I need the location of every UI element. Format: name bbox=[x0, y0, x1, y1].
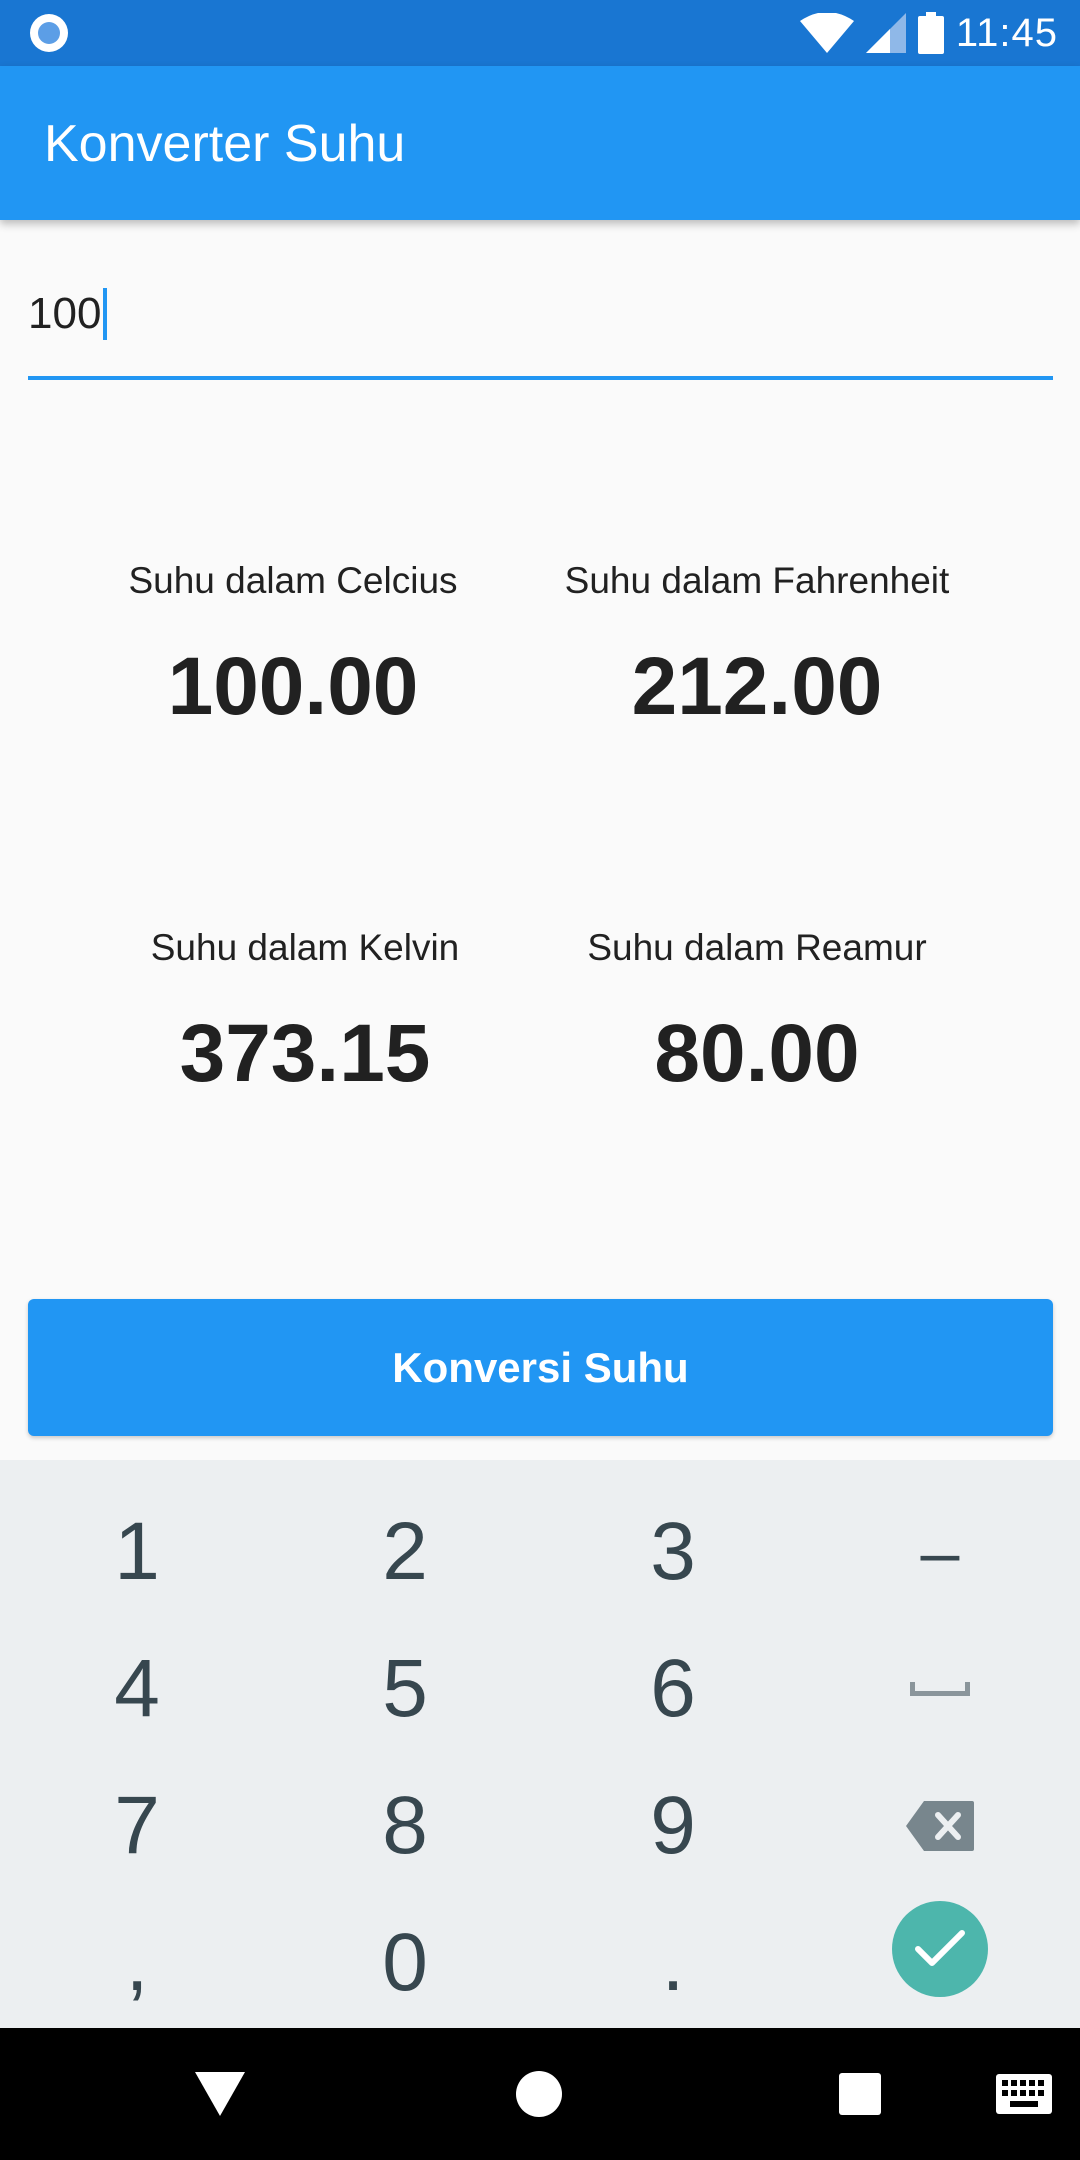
navigation-bar bbox=[0, 2028, 1080, 2160]
key-4[interactable]: 4 bbox=[3, 1620, 271, 1757]
nav-home-button[interactable] bbox=[479, 2028, 599, 2160]
key-period[interactable]: . bbox=[539, 1894, 807, 2031]
nav-back-button[interactable] bbox=[160, 2028, 280, 2160]
kelvin-value: 373.15 bbox=[179, 1008, 431, 1099]
recents-icon bbox=[839, 2073, 881, 2115]
key-2[interactable]: 2 bbox=[271, 1483, 539, 1620]
fahrenheit-value: 212.00 bbox=[631, 641, 883, 732]
key-1[interactable]: 1 bbox=[3, 1483, 271, 1620]
wifi-icon bbox=[799, 13, 854, 53]
reamur-value: 80.00 bbox=[654, 1008, 860, 1099]
keyboard-switch-icon bbox=[996, 2074, 1052, 2114]
reamur-result: Suhu dalam Reamur 80.00 bbox=[527, 927, 987, 1101]
status-time: 11:45 bbox=[955, 10, 1058, 55]
convert-button[interactable]: Konversi Suhu bbox=[28, 1299, 1053, 1436]
done-check-circle bbox=[892, 1900, 988, 1997]
cell-signal-icon bbox=[865, 13, 906, 53]
kelvin-result: Suhu dalam Kelvin 373.15 bbox=[75, 927, 535, 1101]
key-space[interactable] bbox=[806, 1620, 1074, 1757]
key-9[interactable]: 9 bbox=[539, 1757, 807, 1894]
home-icon bbox=[516, 2071, 562, 2117]
key-8[interactable]: 8 bbox=[271, 1757, 539, 1894]
key-7[interactable]: 7 bbox=[3, 1757, 271, 1894]
reamur-label: Suhu dalam Reamur bbox=[587, 927, 927, 968]
sync-circle-icon bbox=[30, 14, 68, 52]
backspace-icon bbox=[906, 1800, 974, 1851]
key-comma[interactable]: , bbox=[3, 1894, 271, 2031]
nav-keyboard-button[interactable] bbox=[964, 2028, 1080, 2160]
key-backspace[interactable] bbox=[806, 1757, 1074, 1894]
status-icons: 11:45 bbox=[799, 0, 1058, 66]
status-bar: 11:45 bbox=[0, 0, 1080, 66]
check-icon bbox=[915, 1929, 965, 1966]
app-title: Konverter Suhu bbox=[44, 115, 406, 173]
text-cursor bbox=[103, 288, 108, 340]
kelvin-label: Suhu dalam Kelvin bbox=[150, 927, 460, 968]
numeric-keyboard: 1 2 3 – 4 5 6 7 8 9 , 0 . bbox=[0, 1460, 1080, 2028]
fahrenheit-result: Suhu dalam Fahrenheit 212.00 bbox=[527, 560, 987, 734]
temperature-input-value: 100 bbox=[28, 289, 102, 338]
temperature-input[interactable]: 100 bbox=[28, 270, 1053, 380]
key-3[interactable]: 3 bbox=[539, 1483, 807, 1620]
celsius-label: Suhu dalam Celcius bbox=[128, 560, 458, 601]
space-icon bbox=[910, 1681, 970, 1696]
celsius-result: Suhu dalam Celcius 100.00 bbox=[63, 560, 523, 734]
key-0[interactable]: 0 bbox=[271, 1894, 539, 2031]
key-done[interactable] bbox=[806, 1880, 1074, 2017]
key-6[interactable]: 6 bbox=[539, 1620, 807, 1757]
fahrenheit-label: Suhu dalam Fahrenheit bbox=[564, 560, 950, 601]
back-icon bbox=[195, 2072, 245, 2116]
celsius-value: 100.00 bbox=[167, 641, 419, 732]
key-minus[interactable]: – bbox=[806, 1483, 1074, 1620]
battery-icon bbox=[917, 12, 944, 54]
app-bar: Konverter Suhu bbox=[0, 66, 1080, 220]
nav-recents-button[interactable] bbox=[800, 2028, 920, 2160]
key-5[interactable]: 5 bbox=[271, 1620, 539, 1757]
